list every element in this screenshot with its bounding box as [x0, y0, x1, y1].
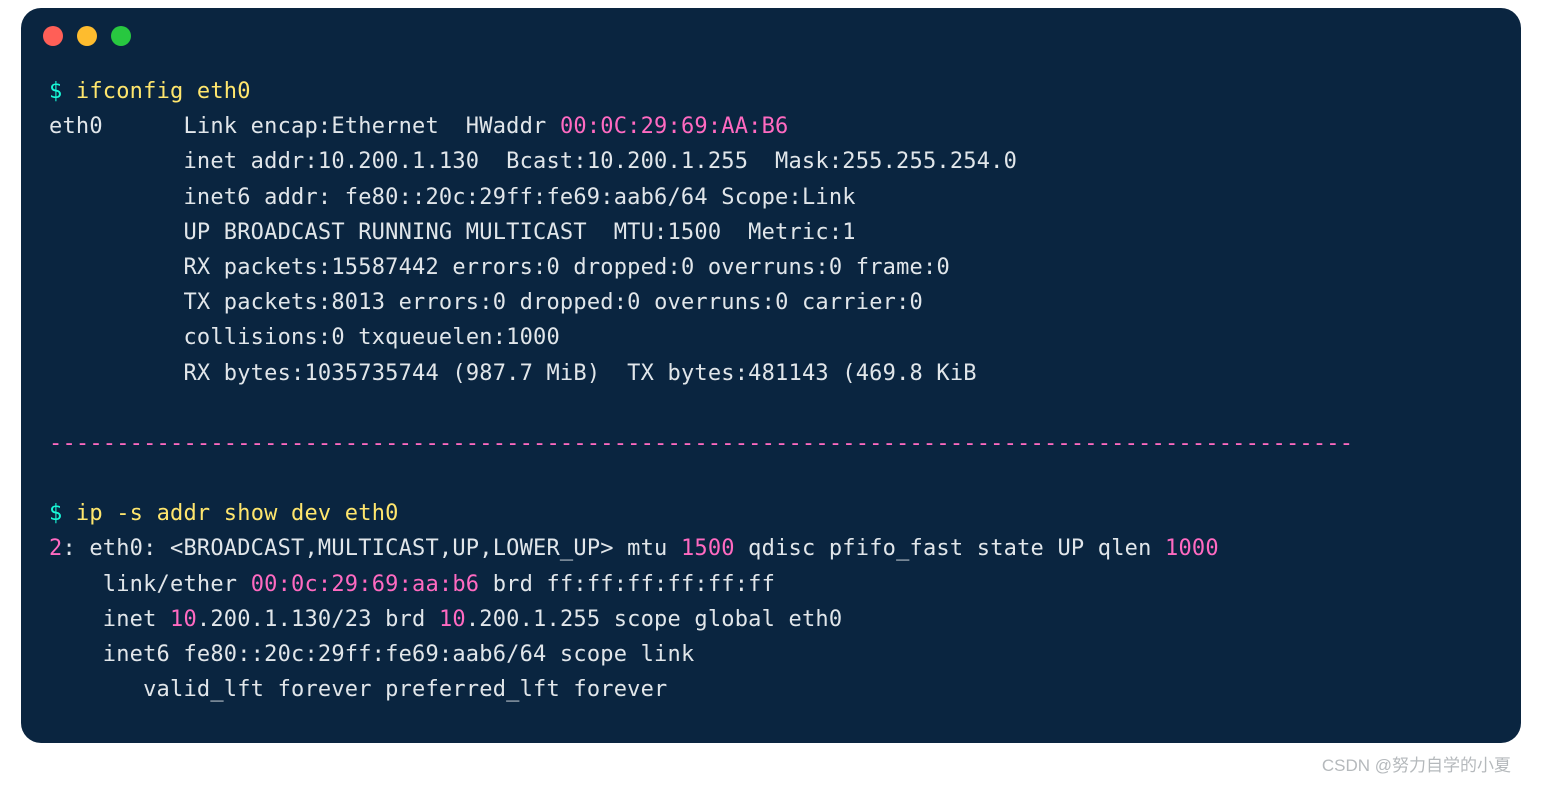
inet-mask: 255.255.254.0	[842, 149, 1017, 174]
inet-bcast: 10.200.1.255	[587, 149, 748, 174]
command-2: ip -s addr show dev eth0	[76, 501, 399, 526]
tx-errors: 0	[493, 290, 506, 315]
watermark: CSDN @努力自学的小夏	[1322, 745, 1511, 776]
terminal-window: $ ifconfig eth0 eth0 Link encap:Ethernet…	[21, 8, 1521, 743]
rx-errors: 0	[546, 255, 559, 280]
rx-overruns: 0	[829, 255, 842, 280]
ip-inet6-scope: link	[641, 642, 695, 667]
ip-iface: eth0	[89, 536, 143, 561]
tx-dropped: 0	[627, 290, 640, 315]
ip-mtu: 1500	[681, 536, 735, 561]
ip-idx: 2	[49, 536, 62, 561]
rx-dropped: 0	[681, 255, 694, 280]
terminal-output[interactable]: $ ifconfig eth0 eth0 Link encap:Ethernet…	[21, 46, 1521, 723]
titlebar	[21, 8, 1521, 46]
ip-inet6: fe80::20c:29ff:fe69:aab6/64	[183, 642, 546, 667]
iface-flags: UP BROADCAST RUNNING MULTICAST	[183, 220, 586, 245]
separator-line: ----------------------------------------…	[49, 431, 1353, 456]
maximize-icon[interactable]	[111, 26, 131, 46]
ip-inet-scope: global	[694, 607, 775, 632]
inet-addr: 10.200.1.130	[318, 149, 479, 174]
ip-brd-oct1: 10	[439, 607, 466, 632]
ip-flags: <BROADCAST,MULTICAST,UP,LOWER_UP>	[170, 536, 614, 561]
prompt-symbol: $	[49, 79, 62, 104]
rx-bytes-human: 987.7 MiB	[466, 361, 587, 386]
hwaddr: 00:0C:29:69:AA:B6	[560, 114, 789, 139]
minimize-icon[interactable]	[77, 26, 97, 46]
ip-inet-oct1: 10	[170, 607, 197, 632]
collisions: 0	[331, 325, 344, 350]
inet6-addr: fe80::20c:29ff:fe69:aab6/64	[345, 185, 708, 210]
ip-preferred-lft: forever	[573, 677, 667, 702]
ip-state: UP	[1057, 536, 1084, 561]
tx-bytes-human: 469.8 KiB	[856, 361, 977, 386]
ip-qlen: 1000	[1165, 536, 1219, 561]
link-encap: Ethernet	[331, 114, 439, 139]
prompt-symbol: $	[49, 501, 62, 526]
command-1: ifconfig eth0	[76, 79, 251, 104]
ip-inet-dev: eth0	[789, 607, 843, 632]
ip-link-ether: 00:0c:29:69:aa:b6	[251, 572, 480, 597]
tx-bytes: 481143	[748, 361, 829, 386]
tx-overruns: 0	[775, 290, 788, 315]
txqueuelen: 1000	[506, 325, 560, 350]
ip-qdisc: pfifo_fast	[829, 536, 963, 561]
inet6-scope: Link	[802, 185, 856, 210]
ifconfig-iface: eth0	[49, 114, 103, 139]
rx-packets: 15587442	[331, 255, 439, 280]
tx-packets: 8013	[331, 290, 385, 315]
ip-inet-rest: .200.1.130/23	[197, 607, 372, 632]
ip-brd-mac: ff:ff:ff:ff:ff:ff	[547, 572, 776, 597]
ip-brd-rest: .200.1.255	[466, 607, 600, 632]
ip-valid-lft: forever	[278, 677, 372, 702]
rx-frame: 0	[936, 255, 949, 280]
tx-carrier: 0	[910, 290, 923, 315]
metric: 1	[842, 220, 855, 245]
close-icon[interactable]	[43, 26, 63, 46]
mtu: 1500	[667, 220, 721, 245]
rx-bytes: 1035735744	[304, 361, 438, 386]
